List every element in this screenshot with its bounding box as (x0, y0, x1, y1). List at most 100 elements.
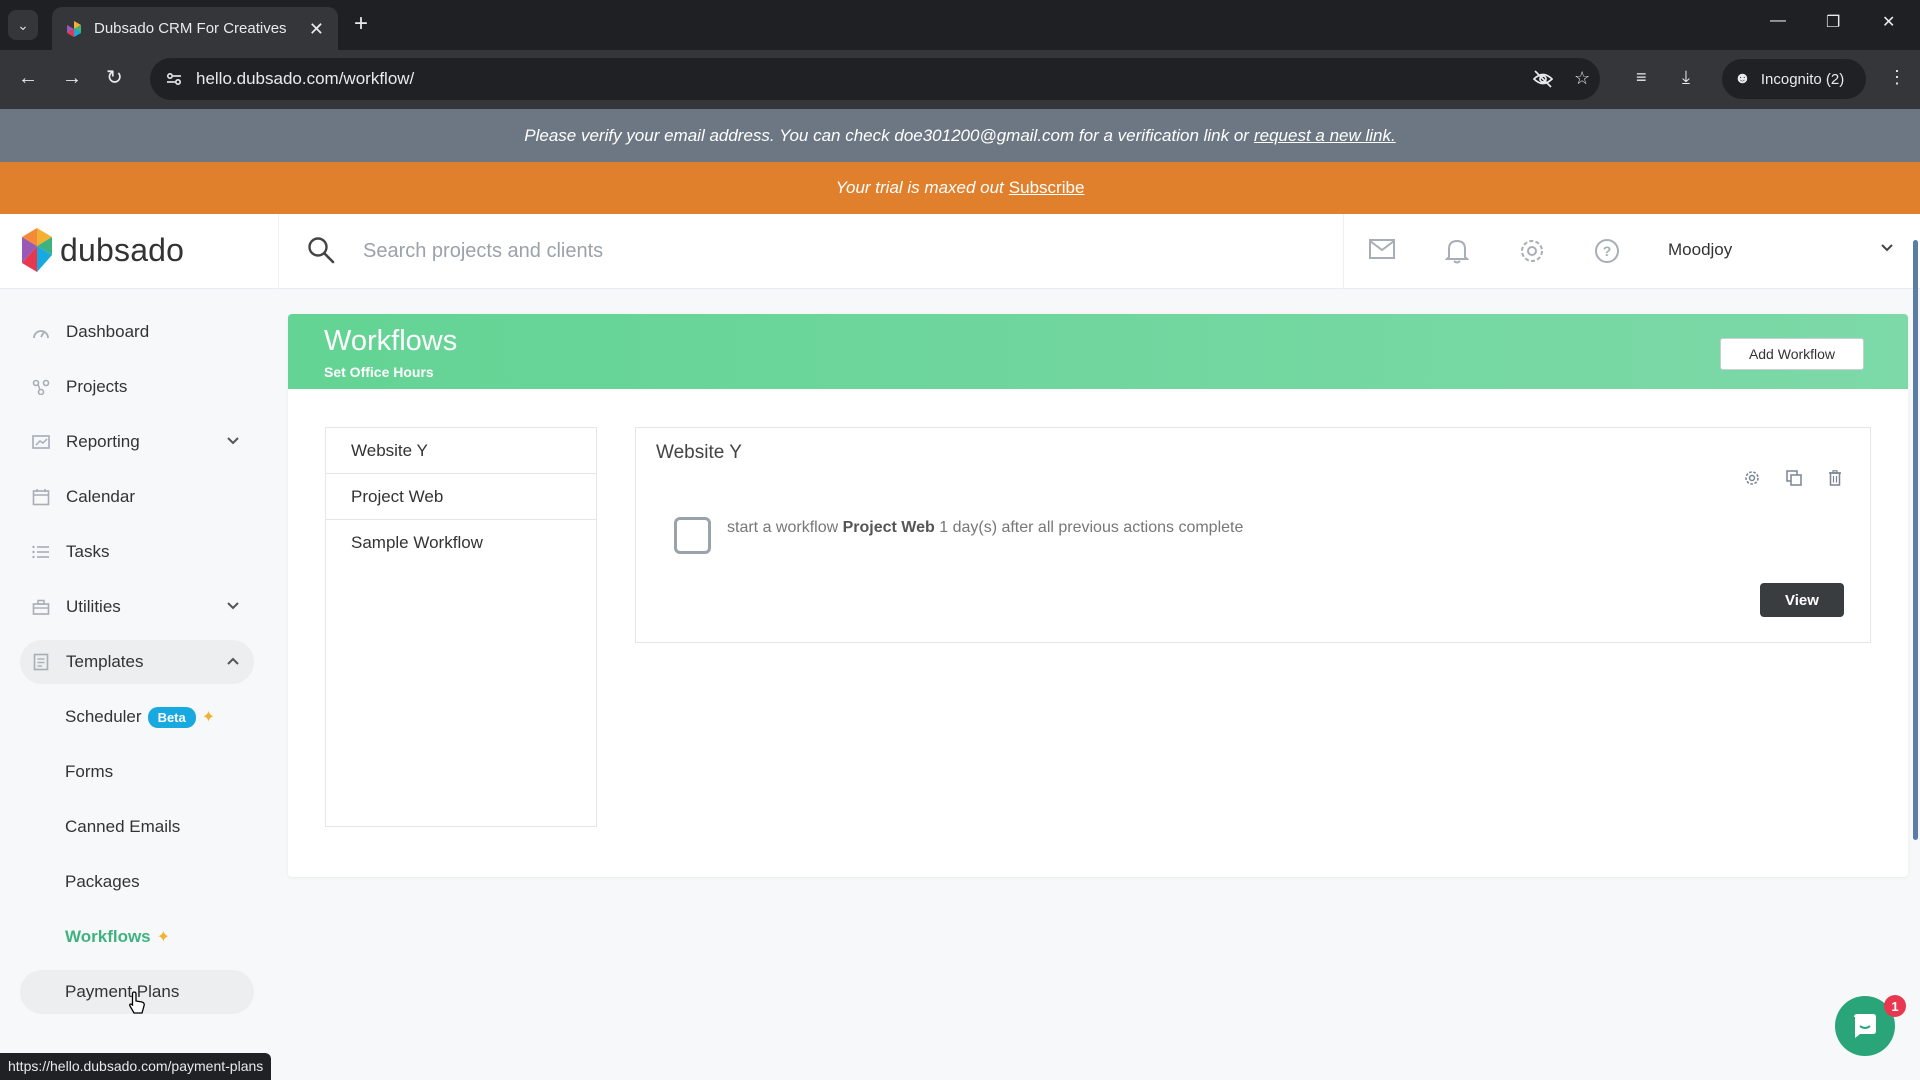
browser-menu-icon[interactable]: ⋮ (1888, 68, 1906, 86)
sidebar-sub-label: Payment Plans (65, 982, 180, 1001)
search-area (278, 214, 1344, 289)
bookmark-star-icon[interactable]: ☆ (1574, 69, 1590, 87)
tab-search-button[interactable]: ⌄ (8, 10, 38, 40)
sidebar-item-label: Dashboard (66, 322, 150, 341)
browser-tab[interactable]: Dubsado CRM For Creatives ✕ (52, 7, 338, 50)
view-button[interactable]: View (1760, 583, 1844, 617)
sidebar-sub-packages[interactable]: Packages (20, 860, 254, 904)
subscribe-link[interactable]: Subscribe (1009, 178, 1085, 198)
sidebar-item-label: Templates (66, 652, 144, 671)
sidebar: Dashboard Projects Reporting Calendar Ta… (0, 290, 268, 1080)
sidebar-item-label: Utilities (66, 597, 121, 616)
browser-toolbar: ← → ↻ hello.dubsado.com/workflow/ ☆ ≡ ⤓ … (0, 50, 1920, 109)
sidebar-item-projects[interactable]: Projects (20, 365, 254, 409)
step-prefix: start a workflow (727, 519, 839, 536)
reload-icon[interactable]: ↻ (106, 68, 123, 88)
sidebar-item-templates[interactable]: Templates (20, 640, 254, 684)
dubsado-logo[interactable]: dubsado (22, 228, 184, 272)
workflow-list-item[interactable]: Website Y (326, 428, 596, 474)
chevron-down-icon[interactable] (226, 599, 240, 618)
workflow-detail: Website Y start a workflow Project Web 1… (635, 427, 1871, 643)
step-checkbox[interactable] (674, 517, 711, 554)
sidebar-item-reporting[interactable]: Reporting (20, 420, 254, 464)
utilities-icon (32, 598, 50, 616)
settings-gear-icon[interactable] (1519, 238, 1545, 269)
workflow-list-item[interactable]: Project Web (326, 474, 596, 520)
step-workflow-name: Project Web (842, 519, 935, 536)
templates-icon (32, 653, 50, 671)
dubsado-logo-icon (22, 228, 52, 272)
sidebar-sub-label: Scheduler (65, 707, 142, 726)
sidebar-sub-label: Workflows (65, 927, 151, 946)
browser-tab-bar: ⌄ Dubsado CRM For Creatives ✕ + — ❐ ✕ (0, 0, 1920, 50)
trash-icon[interactable] (1828, 470, 1842, 491)
sidebar-item-calendar[interactable]: Calendar (20, 475, 254, 519)
tasks-icon (32, 543, 50, 561)
status-bar-url: https://hello.dubsado.com/payment-plans (0, 1053, 272, 1080)
workflows-panel: Workflows Set Office Hours Add Workflow … (288, 314, 1908, 877)
window-close-icon[interactable]: ✕ (1882, 12, 1895, 32)
calendar-icon (32, 488, 50, 506)
svg-text:?: ? (1603, 243, 1612, 259)
back-icon[interactable]: ← (18, 68, 38, 88)
chevron-down-icon[interactable] (226, 434, 240, 453)
sidebar-item-label: Reporting (66, 432, 140, 451)
search-input[interactable] (363, 232, 1263, 270)
trial-banner: Your trial is maxed out Subscribe (0, 162, 1920, 214)
verify-text: Please verify your email address. You ca… (524, 125, 1249, 145)
duplicate-icon[interactable] (1786, 470, 1802, 491)
help-icon[interactable]: ? (1594, 238, 1620, 269)
reporting-icon (32, 433, 50, 451)
page-title: Workflows (324, 325, 458, 357)
step-suffix: 1 day(s) after all previous actions comp… (939, 519, 1244, 536)
new-tab-icon[interactable]: + (354, 12, 368, 36)
restore-icon[interactable]: ❐ (1826, 12, 1840, 32)
workflow-detail-title: Website Y (656, 442, 742, 463)
chat-notification-badge: 1 (1884, 995, 1906, 1017)
incognito-icon: ☻ (1734, 70, 1751, 87)
incognito-badge[interactable]: ☻ Incognito (2) (1722, 59, 1866, 99)
forward-icon[interactable]: → (62, 68, 82, 88)
sidebar-sub-workflows[interactable]: Workflows ✦ (20, 915, 254, 959)
trial-text: Your trial is maxed out (835, 178, 1004, 197)
tab-close-icon[interactable]: ✕ (309, 20, 324, 38)
address-bar[interactable]: hello.dubsado.com/workflow/ ☆ (150, 58, 1600, 100)
page-scrollbar[interactable] (1913, 240, 1918, 840)
chevron-up-icon[interactable] (226, 654, 240, 673)
workflows-header: Workflows Set Office Hours Add Workflow (288, 314, 1908, 389)
projects-icon (32, 378, 50, 396)
sidebar-sub-label: Canned Emails (65, 817, 181, 836)
minimize-icon[interactable]: — (1770, 12, 1786, 30)
sidebar-sub-label: Forms (65, 762, 114, 781)
mouse-pointer-icon (128, 991, 146, 1020)
sidebar-item-tasks[interactable]: Tasks (20, 530, 254, 574)
address-url: hello.dubsado.com/workflow/ (196, 69, 415, 88)
incognito-label: Incognito (2) (1760, 70, 1845, 88)
sparkle-icon: ✦ (201, 709, 216, 726)
sparkle-icon: ✦ (156, 929, 171, 946)
page-subtitle[interactable]: Set Office Hours (324, 364, 434, 380)
eye-off-icon[interactable] (1532, 69, 1554, 92)
sidebar-sub-forms[interactable]: Forms (20, 750, 254, 794)
notification-bell-icon[interactable] (1444, 238, 1470, 269)
workflow-list-item[interactable]: Sample Workflow (326, 520, 596, 566)
app-header: dubsado ? Moodjoy (0, 214, 1920, 289)
site-info-icon[interactable] (164, 69, 184, 89)
user-menu-chevron-icon[interactable] (1880, 241, 1894, 260)
sidebar-sub-canned-emails[interactable]: Canned Emails (20, 805, 254, 849)
sidebar-item-label: Projects (66, 377, 128, 396)
sidebar-sub-scheduler[interactable]: Scheduler Beta ✦ (20, 695, 254, 739)
workflow-settings-gear-icon[interactable] (1744, 470, 1760, 491)
tab-title: Dubsado CRM For Creatives (94, 20, 287, 37)
mail-icon[interactable] (1369, 238, 1395, 265)
request-new-link[interactable]: request a new link. (1254, 126, 1396, 146)
sidebar-item-dashboard[interactable]: Dashboard (20, 310, 254, 354)
sidebar-item-utilities[interactable]: Utilities (20, 585, 254, 629)
download-icon[interactable]: ⤓ (1682, 68, 1690, 86)
dubsado-favicon-icon (66, 20, 82, 37)
add-workflow-button[interactable]: Add Workflow (1720, 338, 1864, 370)
search-icon[interactable] (307, 236, 335, 269)
media-queue-icon[interactable]: ≡ (1636, 68, 1647, 86)
chat-icon (1854, 1014, 1876, 1038)
user-name[interactable]: Moodjoy (1668, 240, 1732, 260)
